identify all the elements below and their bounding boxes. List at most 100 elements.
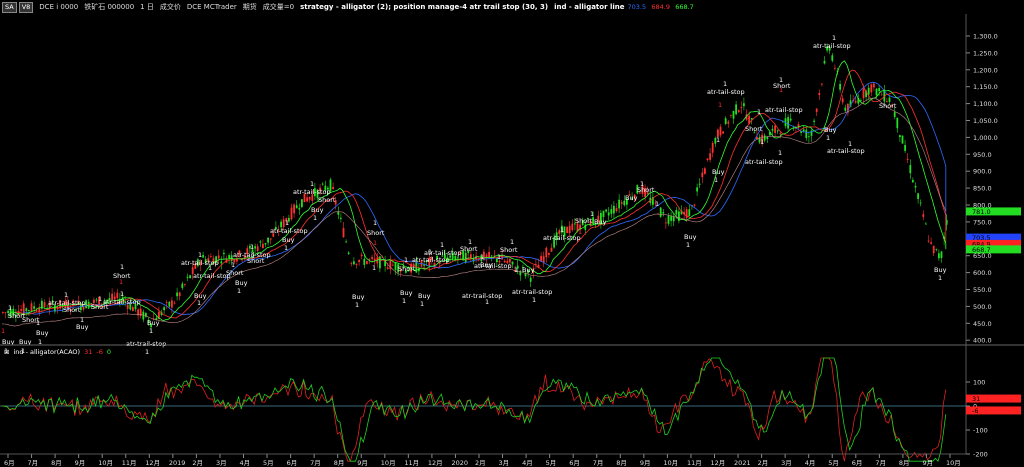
trade-count-label: 1 — [716, 136, 720, 144]
price-tick-label: 1,100.0 — [973, 100, 998, 108]
last-price-tag-label: 781.0 — [972, 208, 991, 216]
indicator-value-jaw: 703.5 — [627, 3, 647, 11]
candle-body — [935, 248, 938, 250]
candle-body — [173, 302, 176, 304]
trail-stop-label: atr-trail-stop — [462, 292, 502, 300]
candle-body — [566, 226, 568, 234]
oscillator-tag-label: 31 — [972, 395, 980, 403]
trade-count-label: 1 — [198, 251, 202, 259]
candle-body — [345, 241, 347, 243]
trade-count-label: 1 — [373, 219, 377, 227]
buy-signal-label: Buy — [400, 289, 413, 297]
oscillator-tick-label: 100 — [973, 379, 985, 387]
oscillator-title-bar: ⊠ ind - alligator(ACAO) 31 -6 0 — [0, 347, 111, 357]
candle-body — [808, 136, 810, 138]
trail-stop-label: atr-trail-stop — [512, 288, 552, 296]
indicator-value-lips: 668.7 — [675, 3, 694, 11]
candle-body — [189, 275, 191, 279]
trail-stop-label: atr-tail-stop — [745, 158, 783, 166]
candle-body — [43, 302, 46, 307]
trail-stop-label: atr-tail-stop — [293, 188, 331, 196]
candle-body — [899, 135, 901, 138]
trade-count-label: 1 — [510, 238, 514, 246]
price-tick-label: 1,200.0 — [973, 66, 998, 74]
candle-body — [350, 263, 353, 264]
candle-body — [301, 199, 303, 208]
candle-body — [25, 308, 28, 311]
short-signal-label: Short — [460, 245, 478, 253]
time-tick-label: 2020 — [451, 459, 468, 467]
buy-signal-label: Buy — [712, 168, 725, 176]
candle-body — [620, 202, 623, 204]
price-tick-label: 900.0 — [973, 168, 992, 176]
trade-count-label: 1 — [313, 214, 317, 222]
candle-body — [184, 284, 186, 286]
candle-body — [875, 88, 878, 96]
candle-body — [909, 165, 912, 174]
buy-signal-label: Buy — [147, 319, 160, 327]
indicator-label[interactable]: ind - alligator line — [554, 3, 624, 11]
candle-body — [922, 214, 925, 217]
candle-body — [750, 117, 753, 120]
time-tick-label: 2月 — [758, 459, 769, 467]
view-button[interactable]: V8 — [18, 1, 34, 13]
trade-count-label: 1 — [8, 304, 12, 312]
time-tick-label: 12月 — [711, 459, 726, 467]
candle-body — [353, 261, 355, 265]
candle-body — [607, 212, 610, 216]
buy-signal-label: Buy — [522, 266, 535, 274]
strategy-label[interactable]: strategy - alligator (2); position manag… — [300, 3, 548, 11]
buy-signal-label: Buy — [594, 218, 607, 226]
candle-body — [724, 118, 727, 124]
time-tick-label: 7月 — [28, 459, 39, 467]
candle-body — [163, 307, 165, 311]
chart-canvas[interactable]: 1ShortBuy1ShortBuy11Buy11atr-tail-stopSh… — [0, 14, 1024, 467]
trade-count-label: 1 — [778, 149, 782, 157]
time-tick-label: 6月 — [4, 459, 15, 467]
candle-body — [347, 252, 350, 254]
candle-body — [20, 309, 22, 311]
candle-body — [613, 205, 615, 214]
candle-body — [321, 183, 324, 185]
time-tick-label: 10月 — [663, 459, 678, 467]
candle-body — [223, 252, 225, 255]
short-signal-label: Short — [745, 125, 763, 133]
trade-count-label: 1 — [208, 264, 212, 272]
candle-body — [220, 261, 223, 264]
symbol-button[interactable]: SA — [2, 1, 17, 13]
time-tick-label: 9月 — [640, 459, 651, 467]
time-tick-label: 9月 — [922, 459, 933, 467]
price-tick-label: 850.0 — [973, 185, 992, 193]
exchange-label: DCE i 0000 — [39, 3, 79, 11]
candle-body — [529, 277, 532, 282]
candle-body — [867, 87, 870, 95]
trade-count-label: 1 — [404, 256, 408, 264]
trade-count-label: 1 — [560, 226, 564, 234]
trade-count-label: 1 — [310, 180, 314, 188]
candle-body — [917, 193, 919, 200]
candle-body — [306, 197, 308, 202]
candle-body — [854, 100, 857, 103]
trail-stop-label: atr-tail-stop — [103, 298, 141, 306]
trade-count-label: 1 — [250, 243, 254, 251]
price-tick-label: 600.0 — [973, 269, 992, 277]
trade-count-label: 1 — [714, 176, 718, 184]
trail-stop-label: atr-tail-stop — [827, 147, 865, 155]
candle-body — [366, 261, 368, 264]
candle-body — [363, 258, 366, 265]
trade-count-label: 1 — [485, 298, 489, 306]
pane-icon[interactable]: ⊠ — [4, 348, 9, 356]
candle-body — [30, 303, 33, 312]
buy-signal-label: Buy — [352, 293, 365, 301]
candle-body — [386, 267, 389, 269]
candle-body — [210, 256, 212, 258]
candle-body — [618, 199, 620, 209]
candle-body — [688, 209, 691, 217]
candle-body — [254, 246, 256, 249]
trail-stop-label: atr-tail-stop — [765, 106, 803, 114]
candle-body — [217, 255, 220, 259]
short-signal-label: Short — [879, 102, 897, 110]
buy-signal-label: Buy — [311, 206, 324, 214]
trade-count-label: 1 — [832, 34, 836, 42]
candle-body — [171, 300, 173, 308]
